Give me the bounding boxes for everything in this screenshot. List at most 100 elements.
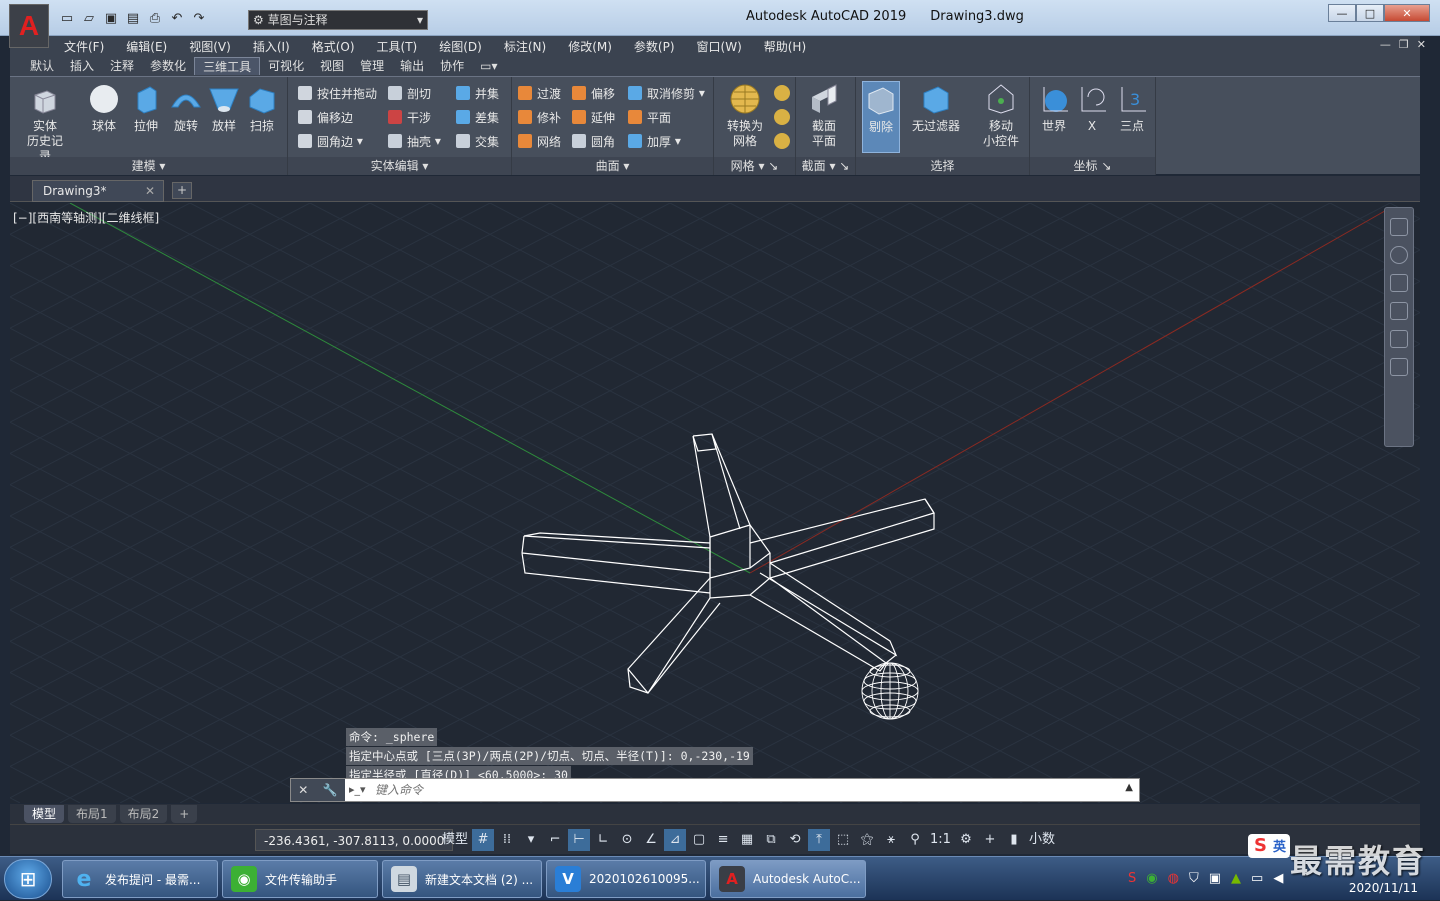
menu-file[interactable]: 文件(F) [64,38,104,55]
offset-edge-button[interactable]: 偏移边 [298,107,353,127]
no-filter-button[interactable]: 无过滤器 [910,83,962,134]
panel-title-solid-edit[interactable]: 实体编辑 ▾ [288,157,511,175]
doc-close-icon[interactable]: ✕ [1417,38,1426,51]
mesh-refine-icon[interactable] [774,133,790,149]
ime-toolbar[interactable]: S英 [1248,834,1290,858]
tab-parametric[interactable]: 参数化 [142,57,194,75]
save-icon[interactable]: ▣ [102,10,120,26]
document-tab[interactable]: Drawing3* ✕ [32,180,164,202]
menu-modify[interactable]: 修改(M) [568,38,612,55]
command-input[interactable] [375,782,1115,798]
presspull-button[interactable]: 按住并拖动 [298,83,377,103]
viewport-controls-label[interactable]: [−][西南等轴测][二维线框] [13,209,159,226]
ucs-x-button[interactable]: X [1072,83,1112,134]
menu-format[interactable]: 格式(O) [312,38,355,55]
menu-dimension[interactable]: 标注(N) [504,38,546,55]
close-tab-icon[interactable]: ✕ [145,181,155,201]
untrim-button[interactable]: 取消修剪 ▾ [628,83,705,103]
menu-draw[interactable]: 绘图(D) [439,38,482,55]
command-history-toggle-icon[interactable]: ▲ [1125,782,1133,793]
application-menu-button[interactable]: A [9,4,49,48]
taskbar-item-ie[interactable]: e 发布提问 - 最需... [62,860,218,898]
dynamic-input-icon[interactable]: ⌐ [544,829,566,851]
save-as-icon[interactable]: ▤ [124,10,142,26]
extrude-button[interactable]: 拉伸 [126,83,166,134]
workspace-dropdown[interactable]: ⚙ 草图与注释 ▾ [248,10,428,30]
workspace-gear-icon[interactable]: ⚙ [955,829,977,851]
model-space-button[interactable]: 模型 [440,829,470,851]
isodraft-icon[interactable]: ⊙ [616,829,638,851]
ortho-icon[interactable]: ⊢ [568,829,591,851]
units-icon[interactable]: ▮ [1003,829,1025,851]
minimize-button[interactable]: — [1328,4,1356,22]
interfere-button[interactable]: 干涉 [388,107,431,127]
tab-annotate[interactable]: 注释 [102,57,142,75]
orbit-icon[interactable] [1390,330,1408,348]
slice-button[interactable]: 剖切 [388,83,431,103]
3d-object-snap-icon[interactable]: ▢ [688,829,710,851]
object-snap-icon[interactable]: ⊿ [664,829,687,851]
fillet-surface-button[interactable]: 圆角 [572,131,615,151]
extend-button[interactable]: 延伸 [572,107,615,127]
drawing-viewport[interactable]: [−][西南等轴测][二维线框] [10,203,1420,803]
move-gizmo-button[interactable]: 移动 小控件 [976,83,1026,149]
panel-title-section[interactable]: 截面 ▾ ↘ [796,157,855,175]
zoom-extents-icon[interactable] [1390,302,1408,320]
ucs-world-button[interactable]: 世界 [1034,83,1074,134]
panel-title-modeling[interactable]: 建模 ▾ [10,157,287,175]
ribbon-toggle-icon[interactable]: ▭▾ [472,57,505,75]
new-file-icon[interactable]: ▭ [58,10,76,26]
close-command-icon[interactable]: ✕ [298,783,308,797]
menu-parameter[interactable]: 参数(P) [634,38,675,55]
taskbar-item-autocad[interactable]: A Autodesk AutoC... [710,860,866,898]
culling-button[interactable]: 剔除 [862,81,900,153]
selection-cycling-icon[interactable]: ⧉ [760,829,782,851]
intersect-button[interactable]: 交集 [456,131,499,151]
network-button[interactable]: 网络 [518,131,561,151]
tab-default[interactable]: 默认 [22,57,62,75]
annotation-scale-icon[interactable]: ⚲ [904,829,926,851]
tab-layout2[interactable]: 布局2 [119,805,168,823]
shell-button[interactable]: 抽壳 ▾ [388,131,441,151]
thicken-button[interactable]: 加厚 ▾ [628,131,681,151]
annotation-monitor-icon[interactable]: + [979,829,1001,851]
antivirus-icon[interactable]: ◍ [1168,871,1179,886]
auto-scale-icon[interactable]: ⚹ [880,829,902,851]
ucs-3point-button[interactable]: 3 三点 [1112,83,1152,134]
close-button[interactable]: ✕ [1384,4,1430,22]
polar-icon[interactable]: ∟ [592,829,614,851]
patch-button[interactable]: 修补 [518,107,561,127]
tab-output[interactable]: 输出 [392,57,432,75]
panel-title-ucs[interactable]: 坐标 ↘ [1030,157,1155,175]
infer-constraints-icon[interactable]: ▾ [520,829,542,851]
volume-icon[interactable]: ◀ [1273,871,1283,886]
annotation-visibility-icon[interactable]: ⚝ [856,829,878,851]
menu-tools[interactable]: 工具(T) [377,38,418,55]
subtract-button[interactable]: 差集 [456,107,499,127]
clock-date[interactable]: 2020/11/11 [1349,881,1418,895]
annotation-scale-value[interactable]: 1:1 [928,829,953,851]
customize-wrench-icon[interactable]: 🔧 [323,783,338,797]
offset-surface-button[interactable]: 偏移 [572,83,615,103]
start-button[interactable]: ⊞ [4,859,52,899]
dynamic-ucs-icon[interactable]: ⟲ [784,829,806,851]
print-icon[interactable]: ⎙ [146,10,164,26]
network-icon[interactable]: ▣ [1209,871,1221,886]
undo-icon[interactable]: ↶ [168,10,186,26]
tab-layout1[interactable]: 布局1 [68,805,116,823]
doc-restore-icon[interactable]: ❐ [1399,38,1409,51]
menu-help[interactable]: 帮助(H) [764,38,806,55]
fillet-edge-button[interactable]: 圆角边 ▾ [298,131,363,151]
menu-edit[interactable]: 编辑(E) [126,38,167,55]
wechat-tray-icon[interactable]: ◉ [1146,871,1157,886]
pan-hand-icon[interactable] [1390,274,1408,292]
open-folder-icon[interactable]: ▱ [80,10,98,26]
object-snap-tracking-icon[interactable]: ∠ [640,829,662,851]
panel-title-mesh[interactable]: 网格 ▾ ↘ [714,157,795,175]
viewcube-icon[interactable] [1390,218,1408,236]
convert-to-mesh-button[interactable]: 转换为 网格 [720,83,770,149]
new-tab-button[interactable]: + [172,182,192,199]
planar-button[interactable]: 平面 [628,107,671,127]
sogou-tray-icon[interactable]: S [1128,871,1136,886]
viewport-canvas[interactable] [10,203,1420,803]
